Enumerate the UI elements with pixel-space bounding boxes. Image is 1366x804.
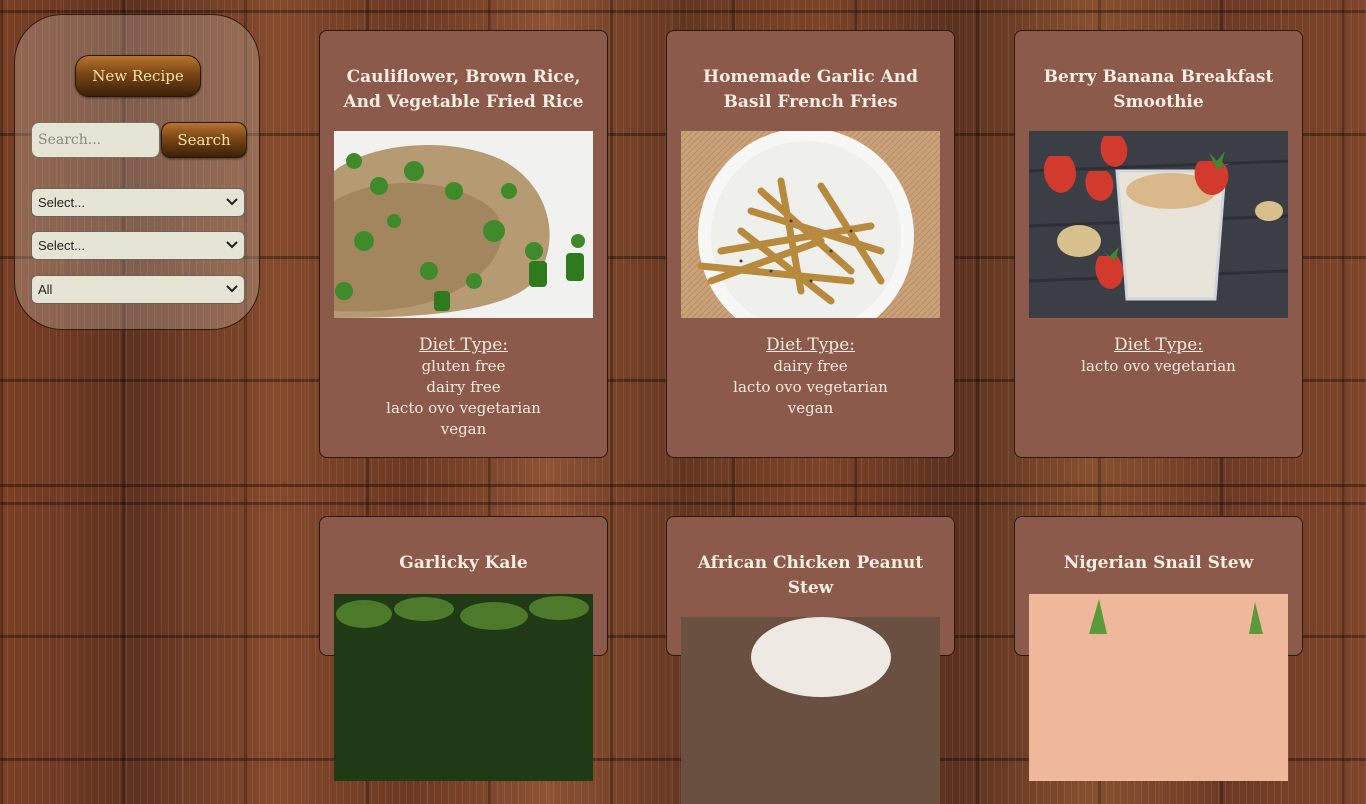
diet-item: dairy free [773, 357, 848, 375]
filter-select-2[interactable]: Select... [31, 231, 245, 260]
new-recipe-button[interactable]: New Recipe [75, 55, 201, 97]
search-button[interactable]: Search [161, 122, 247, 158]
recipe-image[interactable] [1029, 131, 1288, 318]
recipe-card[interactable]: Garlicky Kale [319, 516, 608, 781]
filter-select-3[interactable]: All [31, 275, 245, 304]
search-input[interactable] [31, 122, 160, 158]
recipe-image[interactable] [334, 594, 593, 781]
recipe-title[interactable]: African Chicken Peanut Stew [681, 551, 940, 601]
recipe-card[interactable]: Nigerian Snail Stew [1014, 516, 1303, 781]
diet-item: gluten free [421, 357, 506, 375]
diet-item: dairy free [426, 378, 501, 396]
diet-item: lacto ovo vegetarian [733, 378, 888, 396]
recipe-image[interactable] [681, 131, 940, 318]
filter-sidebar: New Recipe Search Select... Select... Al… [14, 14, 260, 330]
diet-type-label: Diet Type: [419, 335, 508, 355]
recipe-card[interactable]: Homemade Garlic And Basil French Fries D… [666, 30, 955, 458]
recipe-card[interactable]: African Chicken Peanut Stew [666, 516, 955, 804]
recipe-title[interactable]: Nigerian Snail Stew [1029, 551, 1288, 576]
chevron-down-icon [226, 240, 238, 252]
filter-select-3-value: All [38, 282, 53, 297]
recipe-card[interactable]: Cauliflower, Brown Rice, And Vegetable F… [319, 30, 608, 458]
recipe-title[interactable]: Berry Banana Breakfast Smoothie [1029, 65, 1288, 115]
recipe-title[interactable]: Homemade Garlic And Basil French Fries [681, 65, 940, 115]
recipe-title[interactable]: Cauliflower, Brown Rice, And Vegetable F… [334, 65, 593, 115]
background-divider [0, 484, 1366, 487]
diet-item: vegan [440, 420, 487, 438]
diet-item: lacto ovo vegetarian [1081, 357, 1236, 375]
recipe-card[interactable]: Berry Banana Breakfast Smoothie Diet Typ… [1014, 30, 1303, 458]
diet-item: vegan [787, 399, 834, 417]
recipe-image[interactable] [681, 617, 940, 804]
diet-type-label: Diet Type: [766, 335, 855, 355]
diet-type-label: Diet Type: [1114, 335, 1203, 355]
diet-item: lacto ovo vegetarian [386, 399, 541, 417]
recipe-image[interactable] [334, 131, 593, 318]
filter-select-1-value: Select... [38, 195, 85, 210]
recipe-title[interactable]: Garlicky Kale [334, 551, 593, 576]
filter-select-2-value: Select... [38, 238, 85, 253]
recipe-image[interactable] [1029, 594, 1288, 781]
chevron-down-icon [226, 197, 238, 209]
chevron-down-icon [226, 284, 238, 296]
filter-select-1[interactable]: Select... [31, 188, 245, 217]
